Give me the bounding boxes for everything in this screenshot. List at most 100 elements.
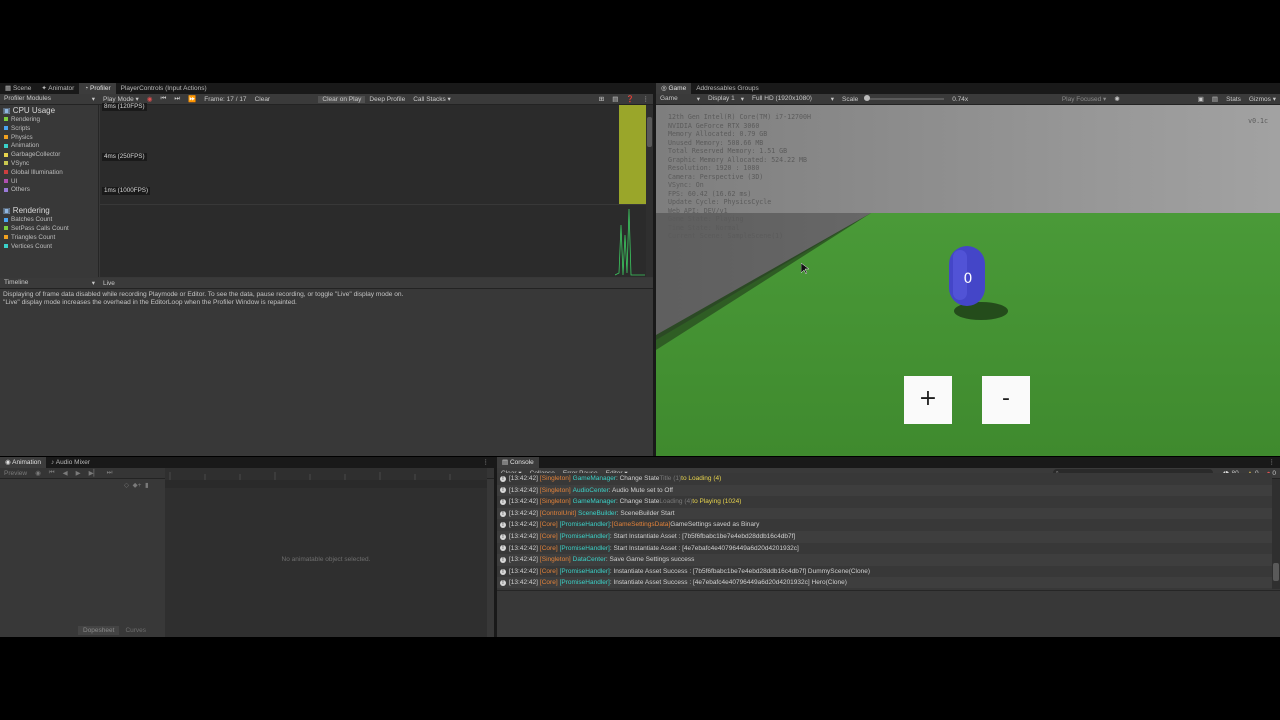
console-log-row[interactable]: ! [13:42:42] [Core] [PromiseHandler] : Star…	[497, 530, 1272, 543]
rendering-chart[interactable]	[100, 205, 646, 277]
log-tag: [Core]	[539, 567, 558, 575]
chart-label-1ms: 1ms (1000FPS)	[102, 187, 151, 195]
cpu-module-header[interactable]: ▣ CPU Usage	[0, 105, 98, 116]
record-icon[interactable]: ◉	[143, 95, 157, 103]
scrollbar-thumb[interactable]	[1273, 563, 1279, 581]
diamond-icon[interactable]: ◇	[124, 482, 129, 489]
console-log-row[interactable]: ! [13:42:42] [Core] [PromiseHandler] : [Gam…	[497, 519, 1272, 531]
console-log-row[interactable]: ! [13:42:42] [Core] [PromiseHandler] : Star…	[497, 542, 1272, 555]
cpu-module-item[interactable]: VSync	[0, 160, 98, 169]
console-log-row[interactable]: ! [13:42:42] [Singleton] DataCenter : Save …	[497, 554, 1272, 566]
record-icon[interactable]: ◉	[31, 469, 45, 477]
console-log-row[interactable]: ! [13:42:42] [Core] [PromiseHandler] : Inst…	[497, 577, 1272, 588]
load-icon[interactable]: ⊞	[595, 95, 608, 103]
console-log-row[interactable]: ! [13:42:42] [Core] [PromiseHandler] : Inst…	[497, 565, 1272, 578]
prev-key-icon[interactable]: ◀	[59, 469, 72, 477]
tab-game[interactable]: ◎ Game	[656, 83, 692, 94]
cpu-module-item[interactable]: Physics	[0, 134, 98, 143]
rendering-module-item[interactable]: Triangles Count	[0, 234, 98, 243]
console-log-row[interactable]: ! [13:42:42] [Singleton] AudioCenter : Audi…	[497, 484, 1272, 497]
color-swatch	[4, 126, 8, 131]
log-handler: [PromiseHandler]	[559, 532, 610, 540]
rendering-module-item[interactable]: SetPass Calls Count	[0, 225, 98, 234]
tab-addressables[interactable]: Addressables Groups	[691, 83, 764, 94]
tab-curves[interactable]: Curves	[119, 626, 152, 635]
next-key-icon[interactable]: ▶▏	[85, 469, 103, 477]
play-icon[interactable]: ▶	[72, 469, 85, 477]
cpu-module-item[interactable]: Scripts	[0, 125, 98, 134]
cpu-module-item[interactable]: Global Illumination	[0, 169, 98, 178]
display-dropdown[interactable]: Display 1 ▾	[704, 95, 748, 103]
cpu-module-item[interactable]: Others	[0, 186, 98, 195]
last-frame-icon[interactable]: ⏩	[184, 95, 200, 103]
play-focused-dropdown[interactable]: Play Focused ▾	[1058, 95, 1110, 103]
tab-dopesheet[interactable]: Dopesheet	[78, 626, 120, 635]
log-extra: [GameSettingsData]	[611, 521, 671, 529]
console-log-row[interactable]: ! [13:42:42] [ControlUnit] SceneBuilder : S…	[497, 507, 1272, 520]
save-icon[interactable]: ▤	[608, 95, 622, 103]
log-message: : Start Instantiate Asset : [7b5f6fbabc1…	[609, 532, 796, 540]
cpu-module-item[interactable]: Animation	[0, 142, 98, 151]
tab-animation[interactable]: ◉ Animation	[0, 457, 47, 468]
menu-icon[interactable]: ⋮	[1264, 457, 1280, 468]
tab-scene[interactable]: ▦ Scene	[0, 83, 36, 94]
log-tag: [Singleton]	[539, 486, 571, 494]
timeline-scrubber[interactable]	[165, 480, 487, 488]
gizmos-dropdown[interactable]: Gizmos ▾	[1245, 95, 1280, 103]
scale-slider[interactable]	[864, 95, 945, 101]
deep-profile-button[interactable]: Deep Profile	[365, 96, 409, 103]
preview-button[interactable]: Preview	[0, 470, 31, 477]
profiler-chart-scrollbar[interactable]	[646, 105, 653, 277]
animation-empty-message: No animatable object selected.	[281, 556, 371, 563]
tab-animator[interactable]: ✦ Animator	[36, 83, 79, 94]
play-mode-dropdown[interactable]: Play Mode ▾	[99, 95, 143, 103]
event-icon[interactable]: ▮	[145, 482, 149, 489]
first-frame-icon[interactable]: ⏮	[156, 95, 170, 103]
resolution-dropdown[interactable]: Full HD (1920x1080) ▾	[748, 95, 838, 103]
tab-console[interactable]: ▤ Console	[497, 457, 539, 468]
console-log-row[interactable]: ! [13:42:42] [Singleton] GameManager : Chan…	[497, 473, 1272, 485]
cpu-module-item[interactable]: GarbageCollector	[0, 151, 98, 160]
menu-icon[interactable]: ⋮	[478, 457, 495, 468]
first-key-icon[interactable]: ⏮	[45, 469, 59, 477]
last-key-icon[interactable]: ⏭	[103, 469, 117, 477]
mute-icon[interactable]: ✺	[1110, 95, 1123, 103]
cpu-module-item[interactable]: UI	[0, 178, 98, 187]
log-handler: [PromiseHandler]	[559, 544, 610, 552]
cpu-module-item[interactable]: Rendering	[0, 116, 98, 125]
call-stacks-dropdown[interactable]: Call Stacks ▾	[409, 95, 455, 103]
live-button[interactable]: Live	[99, 280, 119, 287]
cpu-chart[interactable]: 8ms (120FPS) 4ms (250FPS) 1ms (1000FPS)	[100, 103, 646, 204]
profiler-modules-dropdown[interactable]: Profiler Modules ▾	[0, 95, 99, 103]
next-frame-icon[interactable]: ⏭	[170, 95, 184, 103]
cpu-module-item-label: Global Illumination	[11, 168, 63, 176]
plus-button[interactable]: +	[904, 376, 952, 424]
tab-player-controls[interactable]: PlayerControls (Input Actions)	[116, 83, 212, 94]
console-log-row[interactable]: ! [13:42:42] [Singleton] GameManager : Chan…	[497, 496, 1272, 508]
menu-icon[interactable]: ⋮	[639, 95, 654, 103]
scale-slider-thumb[interactable]	[864, 95, 871, 101]
game-viewport[interactable]: 12th Gen Intel(R) Core(TM) i7-12700H NVID…	[656, 105, 1280, 456]
clear-on-play-button[interactable]: Clear on Play	[318, 95, 366, 103]
rendering-module-item[interactable]: Vertices Count	[0, 243, 98, 252]
log-time: [13:42:42]	[509, 521, 538, 529]
timeline-dropdown[interactable]: Timeline ▾	[0, 279, 99, 287]
animation-timeline[interactable]	[165, 468, 487, 637]
minus-button[interactable]: -	[982, 376, 1030, 424]
add-key-icon[interactable]: ◆+	[133, 482, 142, 489]
clear-button[interactable]: Clear	[251, 96, 275, 103]
tab-profiler[interactable]: ◔ Profiler	[79, 83, 116, 94]
stats-button[interactable]: Stats	[1222, 96, 1245, 103]
rendering-module-item[interactable]: Batches Count	[0, 216, 98, 225]
aspect-icon[interactable]: ▣	[1194, 95, 1208, 103]
rendering-module-header[interactable]: ▣ Rendering	[0, 205, 98, 216]
scrollbar-thumb[interactable]	[647, 117, 652, 147]
game-tabbar: ◎ Game Addressables Groups	[656, 83, 1280, 94]
game-mode-dropdown[interactable]: Game ▾	[656, 95, 704, 103]
console-scrollbar[interactable]	[1272, 479, 1280, 589]
tab-audio-mixer[interactable]: ♪ Audio Mixer	[46, 457, 95, 468]
layout-icon[interactable]: ▤	[1208, 95, 1222, 103]
log-handler: SceneBuilder	[578, 509, 617, 517]
help-icon[interactable]: ❓	[622, 95, 638, 103]
log-tag: [Singleton]	[539, 498, 571, 506]
